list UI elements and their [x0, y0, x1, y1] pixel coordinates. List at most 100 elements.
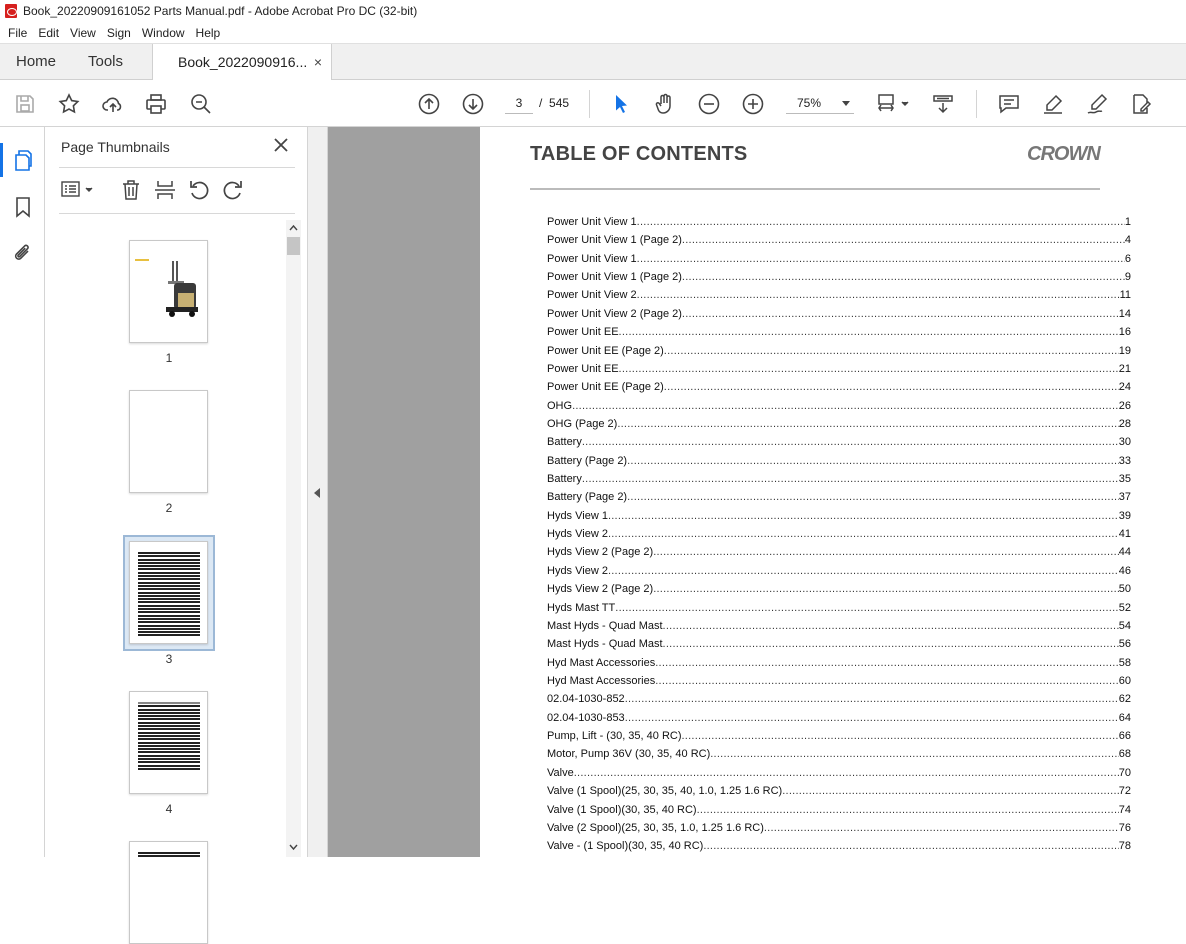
- toc-entry[interactable]: OHG (Page 2) 28: [547, 415, 1131, 433]
- toc-entry-page: 78: [1118, 840, 1131, 853]
- menu-sign[interactable]: Sign: [107, 26, 131, 40]
- toc-entry[interactable]: Power Unit EE 16: [547, 323, 1131, 341]
- toc-entry[interactable]: Hyds View 2 46: [547, 562, 1131, 580]
- toc-entry[interactable]: Valve - (1 Spool)(30, 35, 40 RC) 78: [547, 837, 1131, 855]
- menu-view[interactable]: View: [70, 26, 96, 40]
- thumbnails-scrollbar[interactable]: [286, 220, 301, 857]
- toc-entry[interactable]: Mast Hyds - Quad Mast 54: [547, 617, 1131, 635]
- close-panel-icon[interactable]: [271, 135, 291, 155]
- sign-pen-icon[interactable]: [1084, 91, 1110, 117]
- thumbnail-options-icon[interactable]: [59, 177, 97, 203]
- page-thumbnail-2[interactable]: [129, 390, 208, 493]
- main-toolbar: 3 / 545 75%: [0, 80, 1186, 127]
- toc-entry-page: 50: [1118, 583, 1131, 596]
- current-page-input[interactable]: 3: [505, 92, 533, 114]
- toc-entry-label: 02.04-1030-853: [547, 711, 625, 724]
- collapse-left-icon[interactable]: [314, 488, 320, 498]
- scroll-mode-icon[interactable]: [930, 91, 956, 117]
- scroll-up-icon[interactable]: [289, 224, 298, 233]
- toc-entry-label: Valve (1 Spool)(25, 30, 35, 40, 1.0, 1.2…: [547, 785, 783, 798]
- select-cursor-icon[interactable]: [608, 91, 634, 117]
- extract-page-icon[interactable]: [152, 177, 178, 203]
- toc-entry[interactable]: Hyd Mast Accessories 58: [547, 654, 1131, 672]
- toc-entry-label: Battery (Page 2): [547, 454, 628, 467]
- toc-entry[interactable]: Power Unit View 1 1: [547, 213, 1131, 231]
- toc-entry[interactable]: Hyds View 2 (Page 2) 50: [547, 580, 1131, 598]
- toc-entry[interactable]: Valve (2 Spool)(25, 30, 35, 1.0, 1.25 1.…: [547, 819, 1131, 837]
- toc-entry[interactable]: Pump, Lift - (30, 35, 40 RC) 66: [547, 727, 1131, 745]
- toc-entry[interactable]: Power Unit View 1 (Page 2) 9: [547, 268, 1131, 286]
- zoom-level-select[interactable]: 75%: [786, 92, 854, 114]
- toc-entry[interactable]: Power Unit View 1 6: [547, 250, 1131, 268]
- panel-collapse-handle[interactable]: [308, 127, 328, 857]
- document-viewport[interactable]: TABLE OF CONTENTS CROWN Power Unit View …: [328, 127, 1186, 857]
- toc-entry[interactable]: Hyds View 2 41: [547, 525, 1131, 543]
- page-thumbnail-1[interactable]: [129, 240, 208, 343]
- bookmark-star-icon[interactable]: [56, 91, 82, 117]
- save-icon[interactable]: [12, 91, 38, 117]
- comment-icon[interactable]: [996, 91, 1022, 117]
- zoom-search-icon[interactable]: [188, 91, 214, 117]
- toc-entry-page: 4: [1124, 234, 1131, 247]
- toc-entry-page: 70: [1118, 766, 1131, 779]
- toc-entry[interactable]: Motor, Pump 36V (30, 35, 40 RC) 68: [547, 745, 1131, 763]
- toc-entry[interactable]: Battery (Page 2) 33: [547, 452, 1131, 470]
- edit-document-icon[interactable]: [1128, 91, 1154, 117]
- rotate-right-icon[interactable]: [220, 177, 246, 203]
- menu-edit[interactable]: Edit: [38, 26, 59, 40]
- zoom-in-icon[interactable]: [740, 91, 766, 117]
- page-thumbnail-3[interactable]: [129, 541, 208, 644]
- page-thumbnail-4[interactable]: [129, 691, 208, 794]
- attachments-paperclip-icon[interactable]: [10, 240, 36, 266]
- tab-tools[interactable]: Tools: [88, 44, 123, 80]
- toc-entry[interactable]: Power Unit View 2 11: [547, 286, 1131, 304]
- toc-entry[interactable]: Hyds Mast TT 52: [547, 599, 1131, 617]
- scrollbar-thumb[interactable]: [287, 237, 300, 255]
- fit-page-icon[interactable]: [876, 91, 912, 117]
- toc-entry[interactable]: Hyds View 2 (Page 2) 44: [547, 543, 1131, 561]
- toc-entry[interactable]: Battery (Page 2) 37: [547, 488, 1131, 506]
- rotate-left-icon[interactable]: [186, 177, 212, 203]
- toc-entry[interactable]: Mast Hyds - Quad Mast 56: [547, 635, 1131, 653]
- toc-entry[interactable]: Valve (1 Spool)(25, 30, 35, 40, 1.0, 1.2…: [547, 782, 1131, 800]
- delete-page-icon[interactable]: [118, 177, 144, 203]
- menu-file[interactable]: File: [8, 26, 27, 40]
- toc-entry[interactable]: Battery 35: [547, 470, 1131, 488]
- tab-home[interactable]: Home: [16, 44, 56, 80]
- page-thumbnails-icon[interactable]: [10, 147, 36, 173]
- upload-cloud-icon[interactable]: [100, 91, 126, 117]
- toc-entry-label: Hyd Mast Accessories: [547, 674, 656, 687]
- toc-entry-page: 62: [1118, 693, 1131, 706]
- toc-entry[interactable]: 02.04-1030-853 64: [547, 709, 1131, 727]
- close-tab-icon[interactable]: ×: [314, 44, 322, 80]
- toc-entry[interactable]: Power Unit EE (Page 2) 19: [547, 342, 1131, 360]
- toc-entry[interactable]: 02.04-1030-852 62: [547, 690, 1131, 708]
- dot-leader: [625, 709, 1119, 727]
- dot-leader: [682, 268, 1125, 286]
- menu-window[interactable]: Window: [142, 26, 185, 40]
- toc-entry[interactable]: Valve 70: [547, 764, 1131, 782]
- page-thumbnail-5[interactable]: [129, 841, 208, 944]
- menu-help[interactable]: Help: [196, 26, 221, 40]
- highlight-pen-icon[interactable]: [1040, 91, 1066, 117]
- next-page-icon[interactable]: [460, 91, 486, 117]
- toc-entry[interactable]: Power Unit View 2 (Page 2) 14: [547, 305, 1131, 323]
- dot-leader: [710, 745, 1119, 763]
- bookmarks-icon[interactable]: [10, 194, 36, 220]
- tab-document[interactable]: Book_2022090916... ×: [152, 44, 332, 81]
- hand-pan-icon[interactable]: [652, 91, 678, 117]
- previous-page-icon[interactable]: [416, 91, 442, 117]
- toc-entry[interactable]: Hyd Mast Accessories 60: [547, 672, 1131, 690]
- toc-entry-page: 21: [1118, 362, 1131, 375]
- zoom-out-icon[interactable]: [696, 91, 722, 117]
- toc-entry[interactable]: Power Unit EE 21: [547, 360, 1131, 378]
- toc-entry[interactable]: Valve (1 Spool)(30, 35, 40 RC) 74: [547, 801, 1131, 819]
- toc-entry[interactable]: Battery 30: [547, 433, 1131, 451]
- toc-entry[interactable]: Power Unit View 1 (Page 2) 4: [547, 231, 1131, 249]
- toc-entry[interactable]: Hyds View 1 39: [547, 507, 1131, 525]
- toc-entry[interactable]: Power Unit EE (Page 2) 24: [547, 378, 1131, 396]
- toc-entry[interactable]: OHG 26: [547, 397, 1131, 415]
- scroll-down-icon[interactable]: [289, 842, 298, 851]
- print-icon[interactable]: [143, 91, 169, 117]
- dot-leader: [637, 286, 1120, 304]
